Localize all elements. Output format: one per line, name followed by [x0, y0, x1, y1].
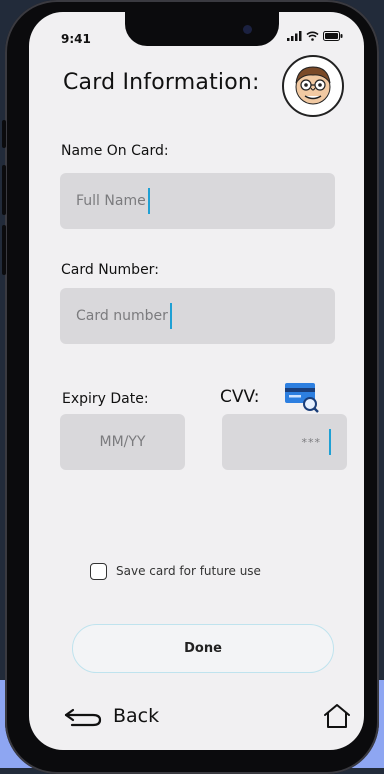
name-on-card-label: Name On Card: — [61, 143, 169, 159]
name-on-card-input[interactable]: Full Name — [60, 173, 335, 229]
notch — [125, 12, 279, 46]
back-button[interactable]: Back — [63, 705, 159, 727]
volume-up-button — [2, 165, 6, 215]
cvv-input[interactable]: *** — [222, 414, 347, 470]
wifi-icon — [306, 31, 319, 41]
save-card-label: Save card for future use — [116, 564, 261, 578]
status-icons — [287, 31, 343, 41]
save-card-checkbox[interactable] — [90, 563, 107, 580]
expiry-placeholder: MM/YY — [99, 434, 146, 450]
signal-icon — [287, 31, 302, 41]
status-time: 9:41 — [61, 32, 91, 46]
card-number-placeholder: Card number — [76, 308, 168, 324]
front-camera — [243, 25, 252, 34]
page-title: Card Information: — [63, 70, 260, 95]
cvv-label: CVV: — [220, 387, 260, 407]
screen: 9:41 Card Information: Name On Card: Ful… — [29, 12, 364, 750]
avatar-cartoon-face-icon — [295, 66, 331, 105]
expiry-date-input[interactable]: MM/YY — [60, 414, 185, 470]
avatar[interactable] — [282, 55, 344, 117]
back-arrow-icon — [64, 708, 102, 727]
done-button[interactable]: Done — [72, 624, 334, 673]
cvv-placeholder: *** — [301, 435, 321, 449]
text-caret — [169, 303, 172, 329]
home-icon[interactable] — [322, 702, 352, 730]
name-placeholder: Full Name — [76, 193, 146, 209]
expiry-date-label: Expiry Date: — [62, 391, 149, 407]
mute-switch — [2, 120, 6, 148]
text-caret — [329, 429, 331, 455]
card-number-label: Card Number: — [61, 262, 159, 278]
back-label: Back — [113, 705, 160, 727]
card-number-input[interactable]: Card number — [60, 288, 335, 344]
text-caret — [147, 188, 150, 214]
battery-icon — [323, 31, 343, 41]
volume-down-button — [2, 225, 6, 275]
credit-card-search-icon — [285, 383, 319, 413]
